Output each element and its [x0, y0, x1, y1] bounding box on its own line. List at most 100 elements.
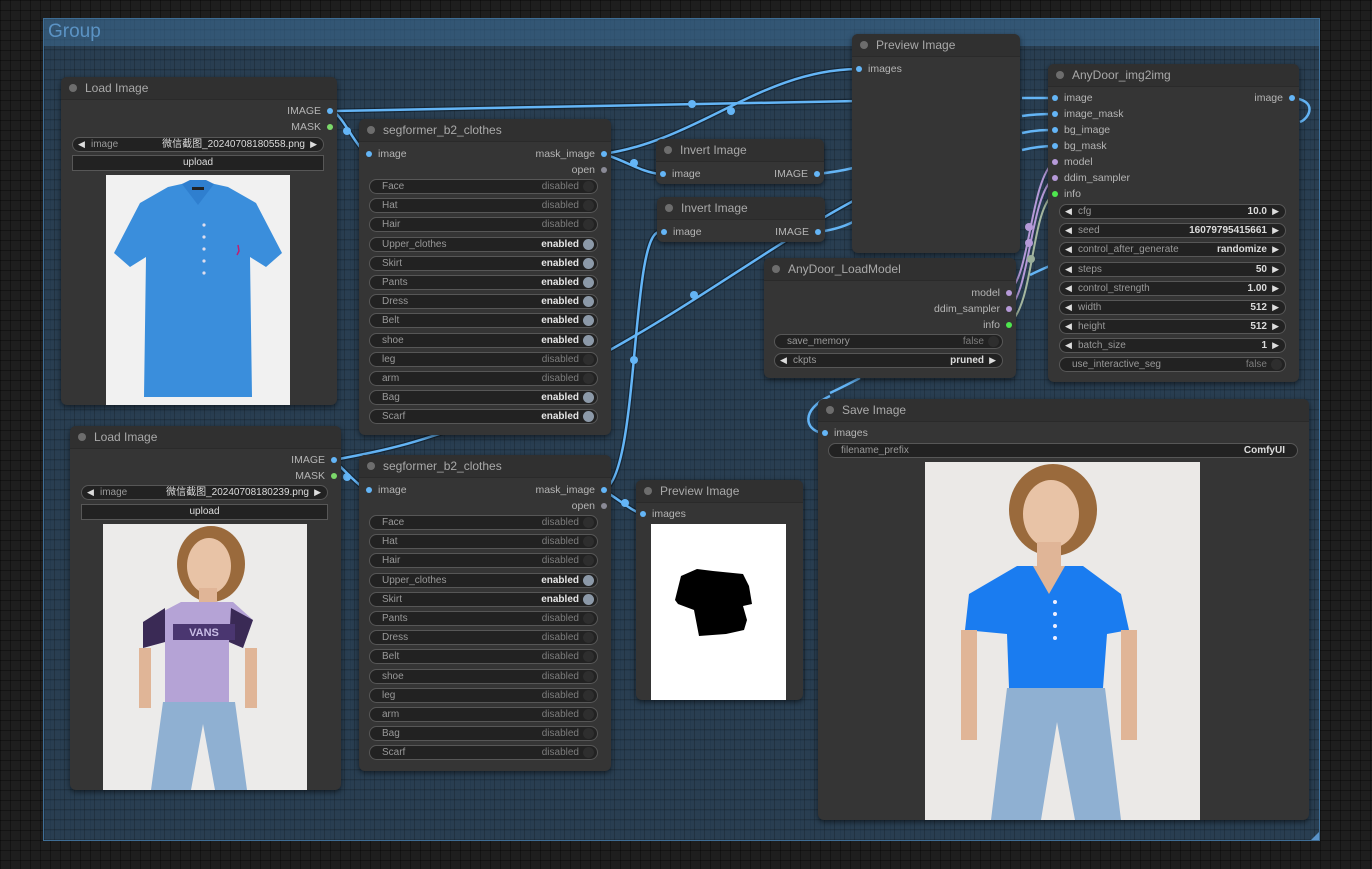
toggle-knob[interactable] [583, 689, 594, 701]
toggle-knob[interactable] [583, 709, 594, 720]
node-segformer-2[interactable]: segformer_b2_clothes image mask_image op… [359, 455, 611, 771]
toggle-knob[interactable] [583, 373, 594, 384]
arrow-right-icon[interactable]: ▶ [1272, 282, 1279, 295]
node-title[interactable]: Save Image [818, 399, 1309, 422]
node-invert-image-2[interactable]: Invert Image image IMAGE [657, 197, 825, 242]
toggle-scarf[interactable]: Scarf enabled [369, 409, 598, 425]
slot-dot[interactable] [1006, 306, 1012, 312]
toggle-shoe[interactable]: shoe enabled [369, 332, 598, 348]
arrow-right-icon[interactable]: ▶ [1272, 320, 1279, 333]
toggle-upper-clothes[interactable]: Upper_clothes enabled [369, 572, 598, 588]
upload-button[interactable]: upload [72, 155, 324, 171]
steps-widget[interactable]: ◀ steps 50 ▶ [1059, 261, 1286, 277]
slot-dot[interactable] [1052, 127, 1058, 133]
control-strength-widget[interactable]: ◀ control_strength 1.00 ▶ [1059, 280, 1286, 296]
output-slot-image[interactable]: IMAGE [287, 104, 335, 118]
output-slot-image[interactable]: IMAGE [291, 453, 339, 467]
arrow-left-icon[interactable]: ◀ [1065, 282, 1072, 295]
slot-dot[interactable] [1052, 143, 1058, 149]
link-midpoint[interactable] [630, 159, 638, 167]
input-slot-image[interactable]: image [1050, 91, 1093, 105]
output-slot-mask-image[interactable]: mask_image [535, 483, 609, 497]
link-midpoint[interactable] [343, 127, 351, 135]
link-midpoint[interactable] [630, 356, 638, 364]
node-title[interactable]: segformer_b2_clothes [359, 119, 611, 142]
arrow-left-icon[interactable]: ◀ [1065, 205, 1072, 218]
link-midpoint[interactable] [727, 107, 735, 115]
collapse-dot[interactable] [826, 406, 834, 414]
link-midpoint[interactable] [1025, 239, 1033, 247]
input-slot-images[interactable]: images [638, 507, 686, 521]
node-title[interactable]: AnyDoor_LoadModel [764, 258, 1016, 281]
toggle-hat[interactable]: Hat disabled [369, 198, 598, 214]
use-interactive-seg-toggle[interactable]: use_interactive_seg false [1059, 357, 1286, 372]
collapse-dot[interactable] [644, 487, 652, 495]
input-slot-bg-mask[interactable]: bg_mask [1050, 139, 1107, 153]
output-slot-info[interactable]: info [983, 318, 1014, 332]
toggle-scarf[interactable]: Scarf disabled [369, 745, 598, 761]
slot-dot[interactable] [327, 108, 333, 114]
collapse-dot[interactable] [78, 433, 86, 441]
slot-dot[interactable] [601, 487, 607, 493]
input-slot-image[interactable]: image [659, 225, 702, 239]
slot-dot[interactable] [815, 229, 821, 235]
toggle-knob[interactable] [583, 181, 594, 192]
output-slot-open[interactable]: open [572, 163, 609, 177]
link-midpoint[interactable] [690, 291, 698, 299]
toggle-knob[interactable] [583, 200, 594, 212]
slot-dot[interactable] [1052, 95, 1058, 101]
toggle-shoe[interactable]: shoe disabled [369, 668, 598, 684]
group-resize-handle[interactable] [1311, 832, 1319, 840]
collapse-dot[interactable] [665, 204, 673, 212]
toggle-knob[interactable] [583, 536, 594, 548]
group-header[interactable]: Group [44, 19, 1319, 46]
toggle-bag[interactable]: Bag disabled [369, 726, 598, 742]
slot-dot[interactable] [331, 473, 337, 479]
arrow-left-icon[interactable]: ◀ [1065, 224, 1072, 237]
node-anydoor-img2img[interactable]: AnyDoor_img2img image image_mask bg_imageb… [1048, 64, 1299, 382]
toggle-hat[interactable]: Hat disabled [369, 534, 598, 550]
output-slot-image[interactable]: IMAGE [774, 167, 822, 181]
slot-dot[interactable] [1006, 290, 1012, 296]
toggle-skirt[interactable]: Skirt enabled [369, 591, 598, 607]
toggle-bag[interactable]: Bag enabled [369, 390, 598, 406]
collapse-dot[interactable] [69, 84, 77, 92]
node-anydoor-loadmodel[interactable]: AnyDoor_LoadModel model ddim_sampler inf… [764, 258, 1016, 378]
input-slot-image[interactable]: image [364, 483, 407, 497]
toggle-upper-clothes[interactable]: Upper_clothes enabled [369, 236, 598, 252]
toggle-knob[interactable] [583, 728, 594, 740]
arrow-left-icon[interactable]: ◀ [1065, 263, 1072, 276]
height-widget[interactable]: ◀ height 512 ▶ [1059, 319, 1286, 335]
filename-prefix-field[interactable]: filename_prefix ComfyUI [828, 443, 1298, 458]
input-slot-model[interactable]: model [1050, 155, 1093, 169]
slot-dot[interactable] [1289, 95, 1295, 101]
arrow-right-icon[interactable]: ▶ [1272, 243, 1279, 256]
arrow-right-icon[interactable]: ▶ [1272, 224, 1279, 237]
toggle-knob[interactable] [583, 632, 594, 644]
toggle-knob[interactable] [583, 296, 594, 308]
output-slot-open[interactable]: open [572, 499, 609, 513]
node-segformer-1[interactable]: segformer_b2_clothes image mask_image op… [359, 119, 611, 435]
input-slot-bg-image[interactable]: bg_image [1050, 123, 1110, 137]
image-combo[interactable]: ◀ image 微信截图_20240708180239.png ▶ [81, 485, 328, 500]
arrow-left-icon[interactable]: ◀ [78, 138, 85, 151]
input-slot-image[interactable]: image [364, 147, 407, 161]
node-preview-image-mask[interactable]: Preview Image images [636, 480, 803, 700]
toggle-knob[interactable] [583, 219, 594, 231]
node-save-image[interactable]: Save Image images filename_prefix ComfyU… [818, 399, 1309, 820]
link-midpoint[interactable] [1027, 255, 1035, 263]
cfg-widget[interactable]: ◀ cfg 10.0 ▶ [1059, 204, 1286, 219]
input-slot-info[interactable]: info [1050, 187, 1081, 201]
width-widget[interactable]: ◀ width 512 ▶ [1059, 300, 1286, 315]
ckpts-combo[interactable]: ◀ ckpts pruned ▶ [774, 353, 1003, 368]
input-slot-image-mask[interactable]: image_mask [1050, 107, 1124, 121]
toggle-knob[interactable] [583, 555, 594, 567]
output-slot-ddim-sampler[interactable]: ddim_sampler [934, 302, 1014, 316]
node-title[interactable]: AnyDoor_img2img [1048, 64, 1299, 87]
slot-dot[interactable] [856, 66, 862, 72]
collapse-dot[interactable] [1056, 71, 1064, 79]
toggle-knob[interactable] [583, 747, 594, 759]
toggle-knob[interactable] [583, 257, 594, 269]
toggle-pants[interactable]: Pants disabled [369, 611, 598, 626]
seed-widget[interactable]: ◀ seed 16079795415661 ▶ [1059, 223, 1286, 239]
